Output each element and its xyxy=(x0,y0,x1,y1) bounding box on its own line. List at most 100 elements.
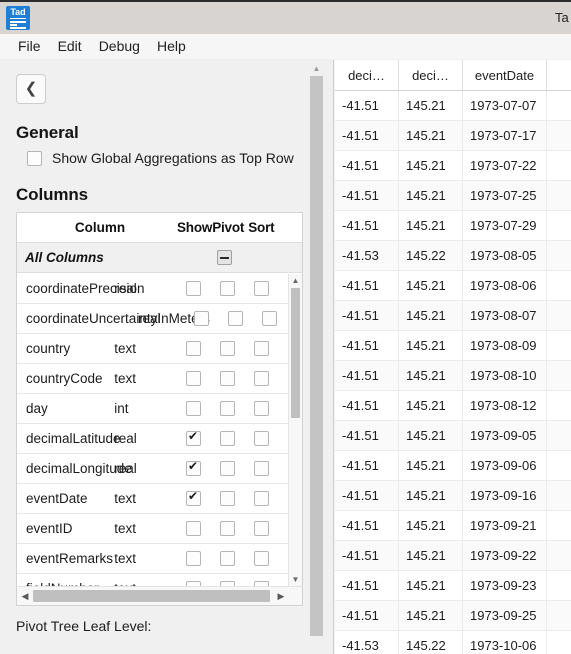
sidebar-scroll-up-arrow-icon[interactable]: ▲ xyxy=(310,62,323,74)
columns-list-vertical-scrollbar[interactable]: ▲ ▼ xyxy=(288,274,302,586)
grid-row[interactable]: -41.51 145.21 1973-08-10 xyxy=(335,361,571,391)
column-row-sort-checkbox[interactable] xyxy=(254,461,269,476)
collapse-sidebar-button[interactable]: ❮ xyxy=(16,74,46,104)
column-row-pivot-checkbox[interactable] xyxy=(220,341,235,356)
grid-cell-spacer xyxy=(547,91,571,120)
column-row-pivot-checkbox[interactable] xyxy=(220,401,235,416)
grid-row[interactable]: -41.51 145.21 1973-09-06 xyxy=(335,451,571,481)
scroll-up-arrow-icon[interactable]: ▲ xyxy=(289,274,302,287)
scroll-right-arrow-icon[interactable]: ▶ xyxy=(274,588,288,604)
column-row[interactable]: decimalLatitude real xyxy=(17,424,288,454)
column-row-show-checkbox[interactable] xyxy=(186,429,201,446)
sidebar-vertical-scrollbar[interactable]: ▲ xyxy=(308,60,324,654)
column-row-show-checkbox[interactable] xyxy=(186,521,201,536)
column-row[interactable]: eventDate text xyxy=(17,484,288,514)
column-row-sort-checkbox[interactable] xyxy=(254,281,269,296)
column-row-pivot-checkbox[interactable] xyxy=(227,311,243,326)
grid-column-header[interactable]: deci… xyxy=(335,60,399,90)
column-row[interactable]: day int xyxy=(17,394,288,424)
grid-cell: 145.21 xyxy=(399,481,463,510)
grid-row[interactable]: -41.51 145.21 1973-09-16 xyxy=(335,481,571,511)
show-global-aggregations-label: Show Global Aggregations as Top Row xyxy=(52,150,294,166)
vertical-scroll-thumb[interactable] xyxy=(291,288,300,418)
column-row[interactable]: decimalLongitude real xyxy=(17,454,288,484)
column-row-sort-checkbox[interactable] xyxy=(254,521,269,536)
menu-item-debug[interactable]: Debug xyxy=(91,36,148,57)
grid-row[interactable]: -41.51 145.21 1973-08-07 xyxy=(335,301,571,331)
columns-list-horizontal-scrollbar[interactable]: ◀ ▶ xyxy=(17,586,302,605)
column-row-sort-checkbox[interactable] xyxy=(254,341,269,356)
column-row-show-checkbox[interactable] xyxy=(186,489,201,506)
column-row[interactable]: coordinateUncertaintyInMeters real xyxy=(17,304,288,334)
menu-item-file[interactable]: File xyxy=(10,36,49,57)
column-row[interactable]: eventRemarks text xyxy=(17,544,288,574)
grid-cell: 1973-07-25 xyxy=(463,181,547,210)
column-row-sort-checkbox[interactable] xyxy=(261,311,277,326)
column-row[interactable]: fieldNumbertext xyxy=(17,574,288,586)
all-columns-show-checkbox[interactable] xyxy=(217,250,232,265)
columns-panel: Column Show Pivot Sort All Columns coord… xyxy=(16,212,303,606)
show-global-aggregations-checkbox[interactable] xyxy=(27,150,42,166)
column-row-show-checkbox[interactable] xyxy=(186,341,201,356)
grid-cell: 1973-09-25 xyxy=(463,601,547,630)
scroll-down-arrow-icon[interactable]: ▼ xyxy=(289,573,302,586)
grid-row[interactable]: -41.51 145.21 1973-07-29 xyxy=(335,211,571,241)
grid-cell: 1973-07-07 xyxy=(463,91,547,120)
column-row-show-checkbox[interactable] xyxy=(186,459,201,476)
grid-column-header[interactable]: eventDate xyxy=(463,60,547,90)
column-row-show-checkbox[interactable] xyxy=(186,371,201,386)
column-row-sort-checkbox[interactable] xyxy=(254,371,269,386)
column-row-pivot-checkbox[interactable] xyxy=(220,281,235,296)
grid-row[interactable]: -41.51 145.21 1973-08-06 xyxy=(335,271,571,301)
grid-row[interactable]: -41.51 145.21 1973-09-23 xyxy=(335,571,571,601)
column-row-type: text xyxy=(114,521,136,536)
grid-cell-spacer xyxy=(547,451,571,480)
grid-row[interactable]: -41.51 145.21 1973-07-25 xyxy=(335,181,571,211)
column-row-show-checkbox[interactable] xyxy=(193,311,209,326)
column-row-show-checkbox[interactable] xyxy=(186,281,201,296)
grid-cell: 145.21 xyxy=(399,211,463,240)
grid-cell-spacer xyxy=(547,361,571,390)
grid-row[interactable]: -41.51 145.21 1973-08-12 xyxy=(335,391,571,421)
all-columns-row[interactable]: All Columns xyxy=(17,243,302,273)
grid-row[interactable]: -41.53 145.22 1973-10-06 xyxy=(335,631,571,654)
grid-row[interactable]: -41.51 145.21 1973-07-17 xyxy=(335,121,571,151)
column-row-show-checkbox[interactable] xyxy=(186,401,201,416)
column-row[interactable]: eventID text xyxy=(17,514,288,544)
column-row[interactable]: coordinatePrecision real xyxy=(17,274,288,304)
column-row[interactable]: country text xyxy=(17,334,288,364)
column-row-pivot-checkbox[interactable] xyxy=(220,371,235,386)
grid-row[interactable]: -41.51 145.21 1973-09-21 xyxy=(335,511,571,541)
column-header-name[interactable]: Column xyxy=(17,220,177,235)
scroll-left-arrow-icon[interactable]: ◀ xyxy=(18,588,32,604)
grid-column-header[interactable]: deci… xyxy=(399,60,463,90)
column-row-sort-checkbox[interactable] xyxy=(254,401,269,416)
column-row-pivot-checkbox[interactable] xyxy=(220,431,235,446)
column-row-sort-checkbox[interactable] xyxy=(254,491,269,506)
show-global-aggregations-row[interactable]: Show Global Aggregations as Top Row xyxy=(27,150,302,166)
column-header-show[interactable]: Show xyxy=(177,220,212,235)
grid-row[interactable]: -41.51 145.21 1973-08-09 xyxy=(335,331,571,361)
column-row[interactable]: countryCode text xyxy=(17,364,288,394)
grid-row[interactable]: -41.51 145.21 1973-07-07 xyxy=(335,91,571,121)
column-header-pivot[interactable]: Pivot xyxy=(212,220,244,235)
column-row-sort-checkbox[interactable] xyxy=(254,551,269,566)
grid-column-header-spacer xyxy=(547,60,571,90)
grid-row[interactable]: -41.51 145.21 1973-09-05 xyxy=(335,421,571,451)
column-header-sort[interactable]: Sort xyxy=(248,220,274,235)
column-row-show-checkbox[interactable] xyxy=(186,551,201,566)
grid-cell: -41.51 xyxy=(335,541,399,570)
menu-item-edit[interactable]: Edit xyxy=(50,36,90,57)
column-row-pivot-checkbox[interactable] xyxy=(220,521,235,536)
horizontal-scroll-thumb[interactable] xyxy=(33,590,270,602)
menu-item-help[interactable]: Help xyxy=(149,36,194,57)
column-row-pivot-checkbox[interactable] xyxy=(220,551,235,566)
grid-row[interactable]: -41.53 145.22 1973-08-05 xyxy=(335,241,571,271)
column-row-pivot-checkbox[interactable] xyxy=(220,491,235,506)
column-row-pivot-checkbox[interactable] xyxy=(220,461,235,476)
sidebar-scroll-thumb[interactable] xyxy=(310,76,323,636)
grid-row[interactable]: -41.51 145.21 1973-09-25 xyxy=(335,601,571,631)
grid-row[interactable]: -41.51 145.21 1973-07-22 xyxy=(335,151,571,181)
column-row-sort-checkbox[interactable] xyxy=(254,431,269,446)
grid-row[interactable]: -41.51 145.21 1973-09-22 xyxy=(335,541,571,571)
